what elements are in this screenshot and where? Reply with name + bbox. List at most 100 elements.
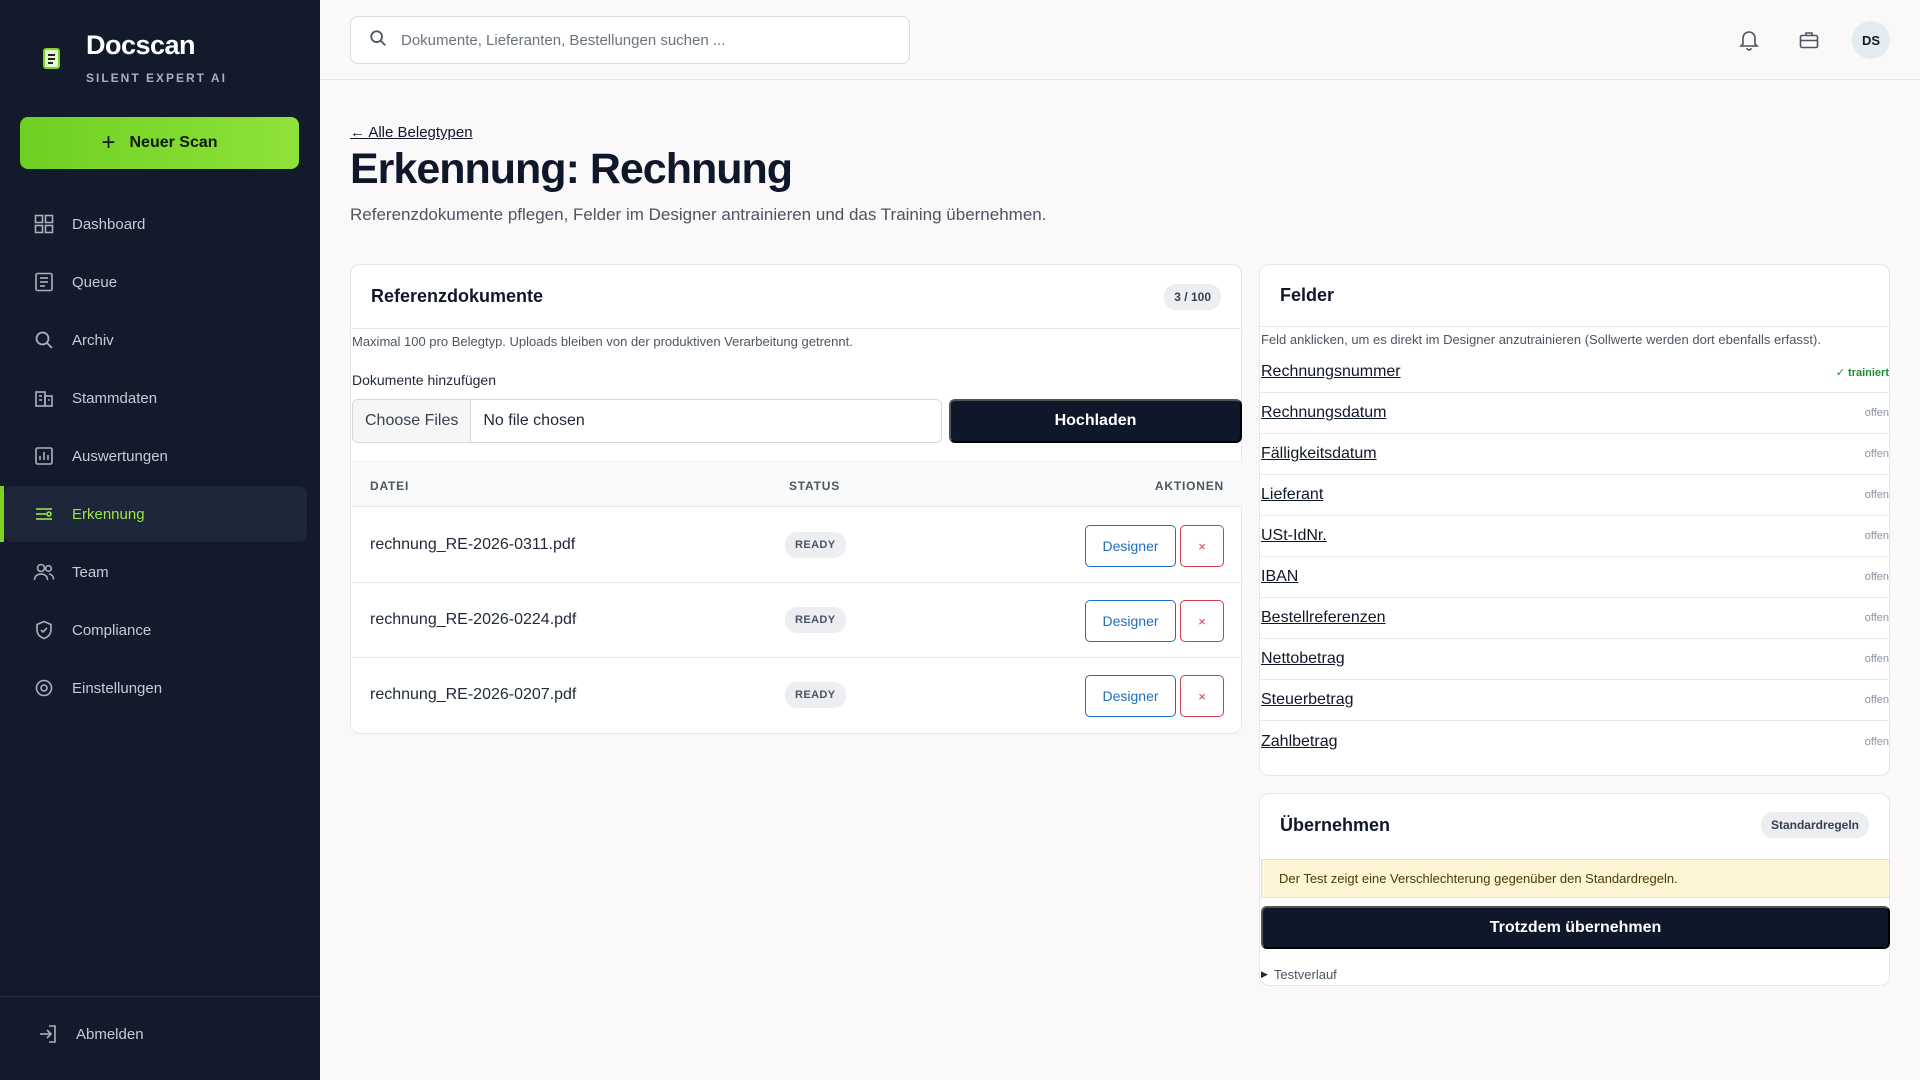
delete-button[interactable]: × — [1180, 600, 1224, 642]
field-link-faelligkeitsdatum[interactable]: Fälligkeitsdatum — [1261, 445, 1377, 463]
logout-button[interactable]: Abmelden — [8, 1006, 311, 1062]
field-link-rechnungsdatum[interactable]: Rechnungsdatum — [1261, 404, 1386, 422]
warning-message: Der Test zeigt eine Verschlechterung geg… — [1261, 859, 1890, 898]
designer-button[interactable]: Designer — [1085, 525, 1176, 567]
app-tagline: SILENT EXPERT AI — [86, 71, 227, 85]
sidebar-nav: Dashboard Queue Archiv Stammdaten Auswer… — [0, 196, 320, 718]
adopt-anyway-button[interactable]: Trotzdem übernehmen — [1261, 906, 1890, 949]
sidebar-item-einstellungen[interactable]: Einstellungen — [4, 660, 307, 716]
test-history-toggle[interactable]: ▶ Testverlauf — [1261, 967, 1337, 982]
field-link-nettobetrag[interactable]: Nettobetrag — [1261, 650, 1345, 668]
search-input[interactable] — [401, 31, 881, 49]
field-status: offen — [1864, 489, 1889, 501]
search-icon — [369, 29, 387, 52]
field-status: offen — [1864, 694, 1889, 706]
card-header: Übernehmen Standardregeln — [1260, 794, 1889, 856]
list-icon — [33, 271, 55, 293]
field-row: Steuerbetrag offen — [1261, 680, 1890, 721]
bell-icon[interactable] — [1731, 22, 1767, 58]
designer-button[interactable]: Designer — [1085, 675, 1176, 717]
field-row: Rechnungsnummer ✓ trainiert — [1261, 352, 1890, 393]
field-status: offen — [1864, 571, 1889, 583]
standard-rules-badge: Standardregeln — [1760, 812, 1869, 838]
status-badge: READY — [785, 682, 846, 708]
page-title: Erkennung: Rechnung — [350, 145, 793, 193]
field-row: Nettobetrag offen — [1261, 639, 1890, 680]
table-row: rechnung_RE-2026-0224.pdf READY Designer… — [352, 583, 1242, 658]
field-link-iban[interactable]: IBAN — [1261, 568, 1298, 586]
sidebar-item-label: Einstellungen — [72, 679, 163, 697]
add-documents-label: Dokumente hinzufügen — [352, 372, 496, 388]
reference-documents-card: Referenzdokumente 3 / 100 Maximal 100 pr… — [350, 264, 1242, 734]
gear-icon — [33, 677, 55, 699]
field-status: offen — [1864, 735, 1889, 748]
page-subtitle: Referenzdokumente pflegen, Felder im Des… — [350, 205, 1047, 224]
file-input[interactable]: Choose Files No file chosen — [352, 399, 942, 443]
sidebar-item-label: Queue — [72, 273, 118, 291]
field-link-bestellreferenzen[interactable]: Bestellreferenzen — [1261, 609, 1386, 627]
sidebar-item-label: Compliance — [72, 621, 152, 639]
back-link[interactable]: ← Alle Belegtypen — [350, 124, 473, 141]
field-status: offen — [1864, 612, 1889, 624]
sidebar-item-label: Stammdaten — [72, 389, 158, 407]
sidebar: Docscan SILENT EXPERT AI + Neuer Scan Da… — [0, 0, 320, 1080]
field-status: offen — [1864, 530, 1889, 542]
field-link-lieferant[interactable]: Lieferant — [1261, 486, 1323, 504]
sidebar-item-label: Archiv — [72, 331, 114, 349]
search-box[interactable] — [350, 16, 910, 64]
choose-files-button[interactable]: Choose Files — [353, 400, 472, 442]
delete-button[interactable]: × — [1180, 675, 1224, 717]
field-row: USt-IdNr. offen — [1261, 516, 1890, 557]
field-status: offen — [1864, 448, 1889, 460]
sidebar-item-auswertungen[interactable]: Auswertungen — [4, 428, 307, 484]
sidebar-item-dashboard[interactable]: Dashboard — [4, 196, 307, 252]
sidebar-item-erkennung[interactable]: Erkennung — [0, 486, 307, 542]
field-link-ust-idnr[interactable]: USt-IdNr. — [1261, 527, 1327, 545]
search-icon — [33, 329, 55, 351]
card-title: Übernehmen — [1280, 814, 1391, 835]
field-row: Lieferant offen — [1261, 475, 1890, 516]
test-history-label: Testverlauf — [1273, 967, 1337, 982]
field-row: IBAN offen — [1261, 557, 1890, 598]
grid-icon — [33, 213, 55, 235]
sidebar-item-stammdaten[interactable]: Stammdaten — [4, 370, 307, 426]
field-link-steuerbetrag[interactable]: Steuerbetrag — [1261, 691, 1354, 709]
sidebar-item-label: Team — [72, 563, 109, 581]
card-title: Felder — [1280, 285, 1335, 305]
field-status: ✓ trainiert — [1835, 366, 1889, 379]
topbar: DS — [320, 0, 1920, 80]
status-badge: READY — [785, 532, 846, 558]
sidebar-item-queue[interactable]: Queue — [4, 254, 307, 310]
building-icon — [33, 387, 55, 409]
brand[interactable]: Docscan SILENT EXPERT AI — [40, 30, 227, 85]
sidebar-item-compliance[interactable]: Compliance — [4, 602, 307, 658]
sidebar-item-archiv[interactable]: Archiv — [4, 312, 307, 368]
field-link-rechnungsnummer[interactable]: Rechnungsnummer — [1261, 363, 1401, 381]
sidebar-item-label: Erkennung — [72, 505, 145, 523]
upload-button[interactable]: Hochladen — [949, 399, 1242, 443]
file-name: rechnung_RE-2026-0224.pdf — [370, 611, 577, 628]
avatar[interactable]: DS — [1852, 21, 1890, 59]
app-name: Docscan — [86, 30, 196, 60]
field-row: Zahlbetrag offen — [1261, 721, 1890, 762]
adopt-card: Übernehmen Standardregeln Der Test zeigt… — [1259, 793, 1890, 986]
table-header: DATEI STATUS AKTIONEN — [352, 461, 1242, 507]
table-row: rechnung_RE-2026-0311.pdf READY Designer… — [352, 508, 1242, 583]
table-row: rechnung_RE-2026-0207.pdf READY Designer… — [352, 658, 1242, 733]
field-link-zahlbetrag[interactable]: Zahlbetrag — [1261, 733, 1338, 751]
column-header-status: STATUS — [789, 479, 841, 493]
sidebar-item-team[interactable]: Team — [4, 544, 307, 600]
field-row: Rechnungsdatum offen — [1261, 393, 1890, 434]
sliders-icon — [33, 503, 55, 525]
file-name-text: No file chosen — [483, 412, 585, 429]
card-header: Felder — [1260, 265, 1889, 327]
triangle-right-icon: ▶ — [1261, 969, 1268, 979]
delete-button[interactable]: × — [1180, 525, 1224, 567]
status-badge: READY — [785, 607, 846, 633]
designer-button[interactable]: Designer — [1085, 600, 1176, 642]
new-scan-label: Neuer Scan — [129, 134, 218, 151]
briefcase-icon[interactable] — [1791, 22, 1827, 58]
new-scan-button[interactable]: + Neuer Scan — [20, 117, 299, 169]
count-badge: 3 / 100 — [1164, 283, 1221, 310]
sidebar-item-label: Auswertungen — [72, 447, 168, 465]
